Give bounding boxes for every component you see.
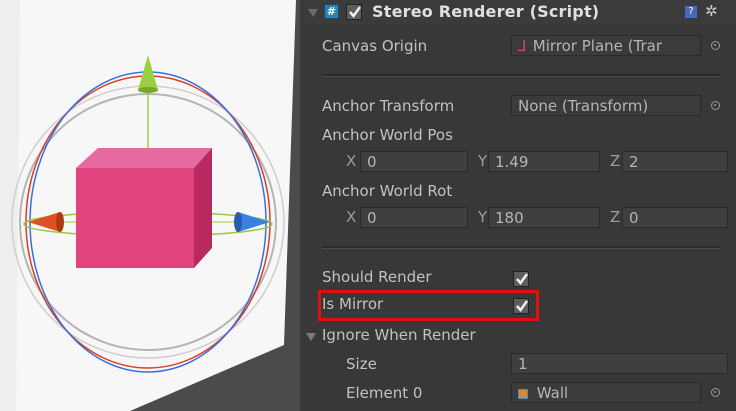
canvas-origin-value: Mirror Plane (Trar <box>532 37 662 55</box>
element-0-field[interactable]: Wall <box>511 382 701 403</box>
pos-z-field[interactable]: 2 <box>622 151 728 172</box>
rot-z-label: Z <box>610 208 621 226</box>
pos-x-label: X <box>346 152 357 170</box>
scene-view[interactable] <box>0 0 300 411</box>
size-field[interactable]: 1 <box>511 353 728 374</box>
pos-x-field[interactable]: 0 <box>360 151 468 172</box>
highlight-box <box>318 290 539 321</box>
element-0-label: Element 0 <box>346 384 423 402</box>
rot-z-field[interactable]: 0 <box>622 207 728 228</box>
element-0-value: Wall <box>536 384 569 402</box>
cube-icon <box>518 388 528 399</box>
rot-y-label: Y <box>478 208 488 226</box>
gear-icon[interactable]: ✲ <box>705 2 718 20</box>
ignore-when-render-label[interactable]: Ignore When Render <box>322 326 476 344</box>
pos-y-field[interactable]: 1.49 <box>488 151 600 172</box>
transform-icon: ⅃ <box>518 37 527 55</box>
editor-window: # Stereo Renderer (Script) ? ✲ Canvas Or… <box>0 0 736 411</box>
foldout-arrow-icon[interactable] <box>306 333 316 341</box>
object-picker-icon[interactable] <box>711 41 720 50</box>
pos-y-label: Y <box>478 152 488 170</box>
rot-y-field[interactable]: 180 <box>488 207 600 228</box>
anchor-transform-field[interactable]: None (Transform) <box>511 95 701 116</box>
anchor-world-rot-label: Anchor World Rot <box>322 182 453 200</box>
section-divider <box>322 246 720 249</box>
should-render-checkbox[interactable] <box>513 271 529 287</box>
component-title: Stereo Renderer (Script) <box>372 2 600 21</box>
rot-x-field[interactable]: 0 <box>360 207 468 228</box>
object-picker-icon[interactable] <box>711 101 720 110</box>
script-icon: # <box>324 4 339 19</box>
anchor-transform-value: None (Transform) <box>518 97 649 115</box>
rot-x-label: X <box>346 208 357 226</box>
foldout-arrow-icon[interactable] <box>308 9 318 17</box>
anchor-world-pos-label: Anchor World Pos <box>322 126 453 144</box>
canvas-origin-field[interactable]: ⅃ Mirror Plane (Trar <box>511 35 701 56</box>
help-icon[interactable]: ? <box>684 5 698 19</box>
component-enabled-checkbox[interactable] <box>346 4 362 20</box>
should-render-label: Should Render <box>322 268 432 286</box>
component-header[interactable]: # Stereo Renderer (Script) ? ✲ <box>300 0 736 24</box>
size-label: Size <box>346 355 377 373</box>
cube <box>76 148 212 268</box>
inspector-panel: # Stereo Renderer (Script) ? ✲ Canvas Or… <box>300 0 736 411</box>
object-picker-icon[interactable] <box>711 388 720 397</box>
pos-z-label: Z <box>610 152 621 170</box>
anchor-transform-label: Anchor Transform <box>322 97 455 115</box>
section-divider <box>322 74 720 77</box>
canvas-origin-label: Canvas Origin <box>322 37 428 55</box>
